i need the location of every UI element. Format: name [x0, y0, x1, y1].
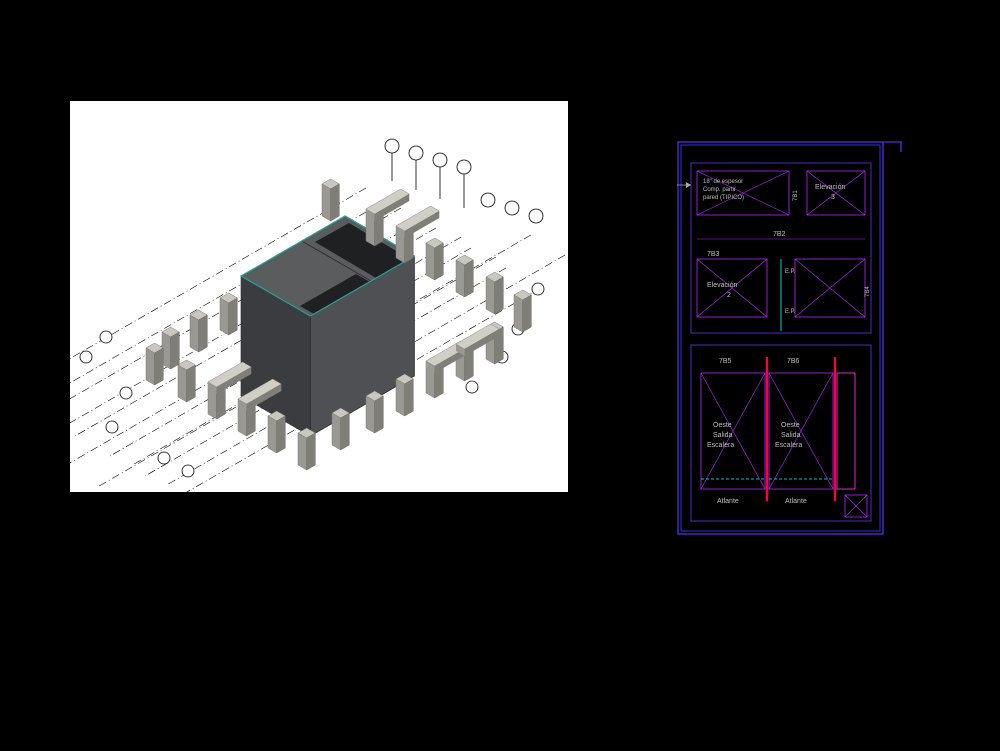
oeste-b-l1: Oeste: [781, 422, 800, 429]
note-l3: pared (TIPICO): [703, 195, 744, 201]
ref-7b1: 7B1: [793, 190, 799, 201]
note-l2: Comp. partir: [703, 187, 736, 193]
elev3-l2: 3: [831, 194, 835, 201]
note-l1: 18" de espesor: [703, 179, 743, 185]
ref-7b2: 7B2: [773, 231, 786, 238]
iso-svg: [70, 101, 568, 492]
ref-7b4: 7B4: [865, 286, 871, 297]
oeste-a-l3: Escalera: [707, 442, 734, 449]
sheet-svg: 7B1 7B2 E.P. E.P. 7B3 7B4 18" de es: [677, 141, 905, 536]
atlante-b: Atlante: [785, 498, 807, 505]
elev3-l1: Elevación: [815, 184, 845, 191]
ep-label-1: E.P.: [785, 269, 796, 275]
isometric-view: [70, 101, 568, 492]
titleblock-sheet: 7B1 7B2 E.P. E.P. 7B3 7B4 18" de es: [677, 141, 905, 536]
upper-drawings: 7B1 7B2 E.P. E.P. 7B3 7B4 18" de es: [677, 163, 871, 333]
oeste-b-l2: Salida: [781, 432, 801, 439]
cad-composite: 7B1 7B2 E.P. E.P. 7B3 7B4 18" de es: [0, 0, 1000, 751]
oeste-b-l3: Escalera: [775, 442, 802, 449]
elev2-l2: 2: [727, 292, 731, 299]
core-volume: [241, 216, 414, 436]
oeste-a-l2: Salida: [713, 432, 733, 439]
ref-7b6: 7B6: [787, 358, 800, 365]
elev2-l1: Elevación: [707, 282, 737, 289]
ref-7b5: 7B5: [719, 358, 732, 365]
ep-label-2: E.P.: [785, 309, 796, 315]
atlante-a: Atlante: [717, 498, 739, 505]
ref-7b3: 7B3: [707, 251, 720, 258]
oeste-a-l1: Oeste: [713, 422, 732, 429]
lower-drawings: 7B5 7B6: [691, 345, 871, 521]
